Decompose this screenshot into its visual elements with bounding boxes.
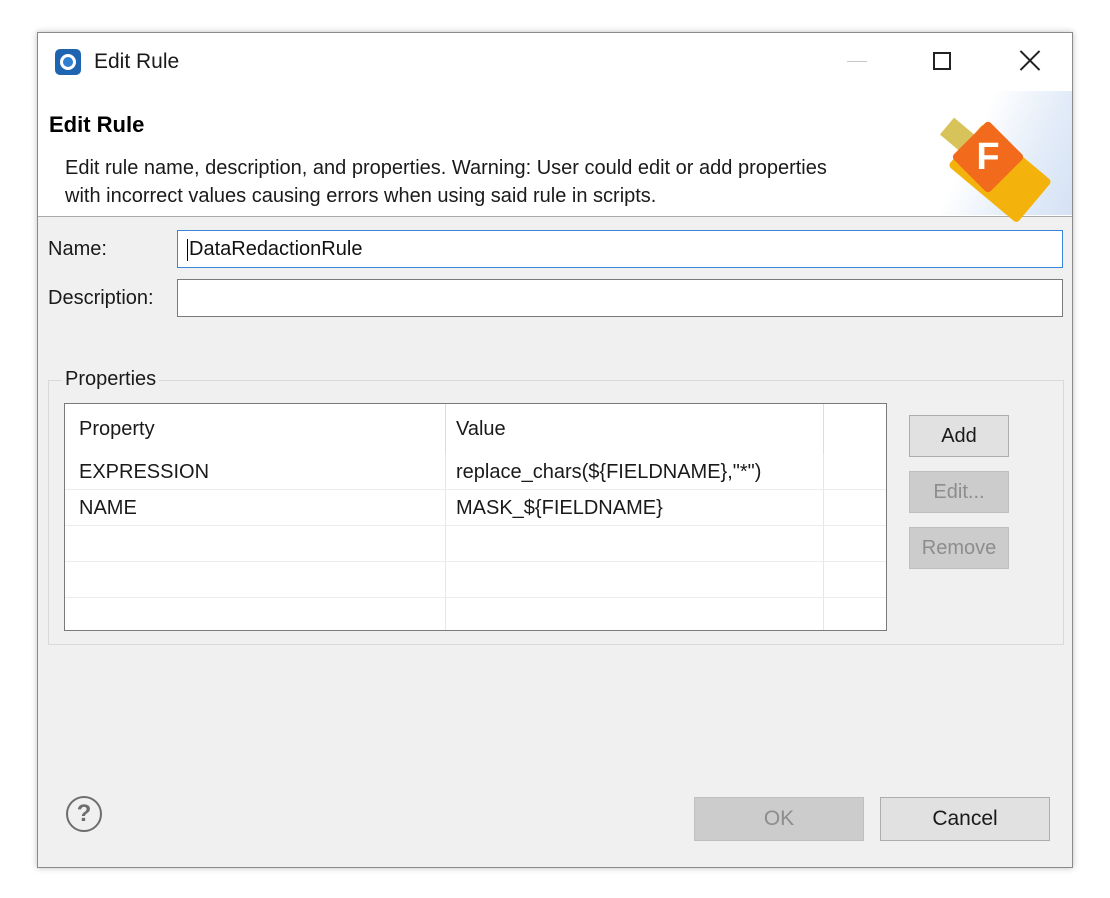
ok-button[interactable]: OK [694,797,864,841]
edit-property-button[interactable]: Edit... [909,471,1009,513]
minimize-button[interactable] [847,61,867,62]
banner-description-line1: Edit rule name, description, and propert… [65,157,827,179]
column-header-property[interactable]: Property [79,404,155,454]
cell-divider [445,490,446,525]
add-property-button[interactable]: Add [909,415,1009,457]
maximize-button[interactable] [933,52,951,70]
title-bar[interactable]: Edit Rule [38,33,1072,91]
cell-divider [823,598,824,630]
properties-group-title: Properties [62,368,160,391]
cell-divider [445,454,446,489]
remove-property-button[interactable]: Remove [909,527,1009,569]
column-divider [823,404,824,454]
cell-divider [823,490,824,525]
cell-value: replace_chars(${FIELDNAME},"*") [456,461,762,483]
table-header: Property Value [65,404,886,454]
name-input[interactable]: DataRedactionRule [177,230,1063,268]
table-row[interactable] [65,598,886,630]
cell-divider [823,562,824,597]
window-title: Edit Rule [94,50,180,73]
table-row[interactable] [65,526,886,562]
cancel-button[interactable]: Cancel [880,797,1050,841]
text-caret [187,238,188,261]
dialog-banner: Edit Rule Edit rule name, description, a… [38,91,1072,224]
banner-title: Edit Rule [49,112,145,137]
cell-divider [823,454,824,489]
cell-divider [445,526,446,561]
badge-letter: F [976,136,1000,178]
close-button[interactable] [1014,45,1046,77]
properties-table[interactable]: Property Value EXPRESSION replace_chars(… [64,403,887,631]
name-label: Name: [48,238,107,260]
banner-description: Edit rule name, description, and propert… [65,154,945,210]
cell-divider [445,598,446,630]
edit-rule-dialog: Edit Rule Edit Rule Edit rule name, desc… [37,32,1073,868]
help-icon[interactable]: ? [66,796,102,832]
table-row[interactable] [65,562,886,598]
column-header-value[interactable]: Value [456,404,506,454]
table-row[interactable]: EXPRESSION replace_chars(${FIELDNAME},"*… [65,454,886,490]
column-divider [445,404,446,454]
name-input-value: DataRedactionRule [189,238,363,260]
cell-property: EXPRESSION [79,461,210,483]
description-input[interactable] [177,279,1063,317]
description-label: Description: [48,287,154,309]
banner-description-line2: with incorrect values causing errors whe… [65,185,657,207]
cell-divider [823,526,824,561]
app-icon [55,49,81,75]
cell-value: MASK_${FIELDNAME} [456,497,663,519]
cell-divider [445,562,446,597]
table-row[interactable]: NAME MASK_${FIELDNAME} [65,490,886,526]
cell-property: NAME [79,497,137,519]
